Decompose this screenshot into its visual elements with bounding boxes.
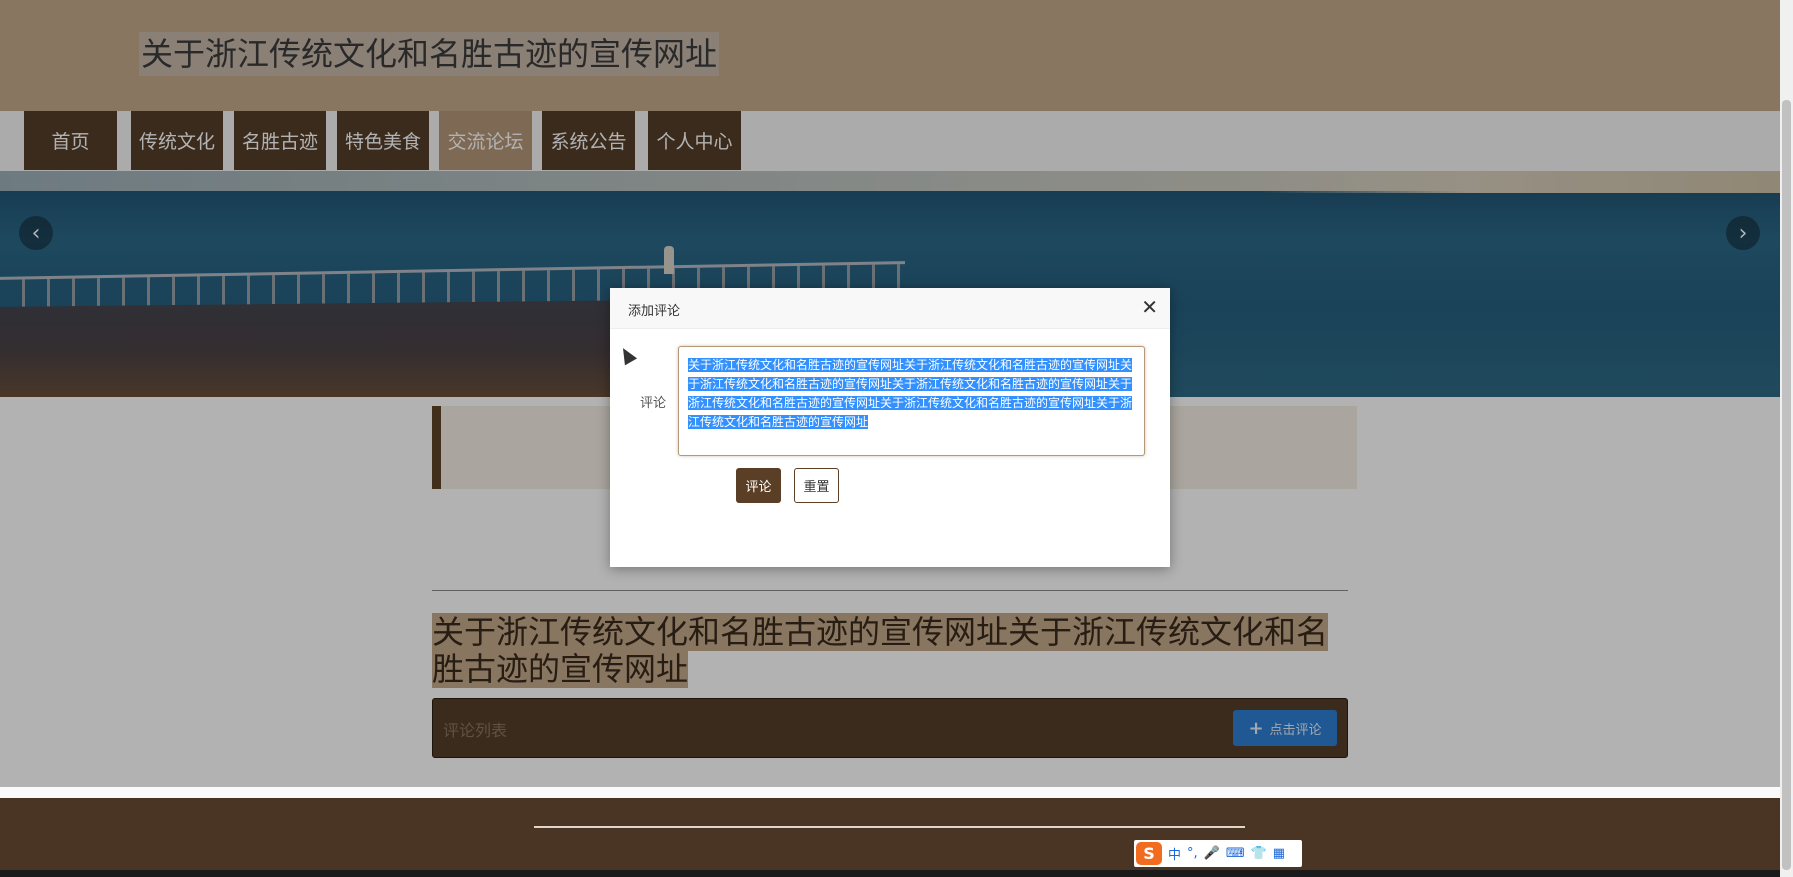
bottom-edge (0, 870, 1780, 877)
microphone-icon[interactable]: 🎤 (1204, 846, 1220, 861)
comment-textarea[interactable]: 关于浙江传统文化和名胜古迹的宣传网址关于浙江传统文化和名胜古迹的宣传网址关于浙江… (678, 346, 1145, 456)
keyboard-icon[interactable]: ⌨ (1226, 846, 1245, 861)
footer-divider (534, 826, 1245, 828)
site-footer (0, 798, 1780, 877)
ime-logo-icon: S (1136, 842, 1162, 865)
scrollbar-thumb[interactable] (1782, 100, 1791, 870)
ime-toolbar[interactable]: S 中 °, 🎤 ⌨ 👕 ▦ (1134, 840, 1302, 867)
add-comment-dialog: 添加评论 ✕ 评论 关于浙江传统文化和名胜古迹的宣传网址关于浙江传统文化和名胜古… (610, 288, 1170, 567)
skin-icon[interactable]: 👕 (1251, 846, 1267, 861)
ime-mode[interactable]: 中 (1168, 844, 1181, 863)
close-icon[interactable]: ✕ (1141, 296, 1158, 318)
overlay-gap (0, 787, 1780, 798)
dialog-title: 添加评论 (628, 304, 681, 319)
grid-icon[interactable]: ▦ (1273, 846, 1285, 861)
comment-field-label: 评论 (640, 396, 667, 411)
submit-comment-button[interactable]: 评论 (736, 468, 781, 503)
dialog-header: 添加评论 ✕ (610, 288, 1170, 329)
reset-button[interactable]: 重置 (794, 468, 839, 503)
comment-text-selection: 关于浙江传统文化和名胜古迹的宣传网址关于浙江传统文化和名胜古迹的宣传网址关于浙江… (688, 358, 1133, 429)
ime-punct[interactable]: °, (1187, 846, 1198, 861)
scrollbar[interactable] (1780, 0, 1793, 877)
